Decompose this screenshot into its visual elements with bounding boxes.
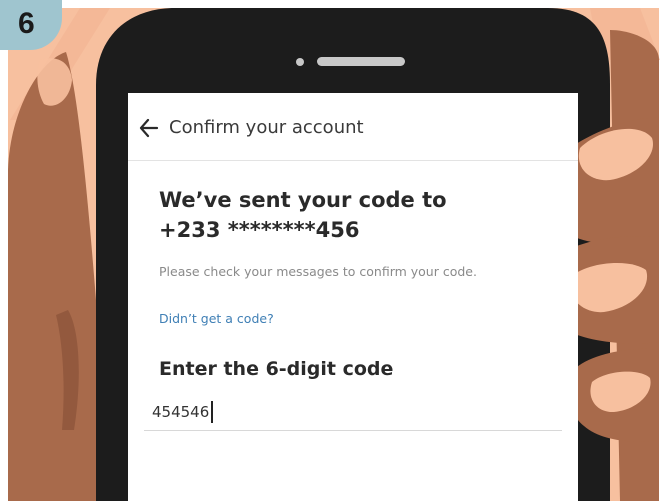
masked-phone-number: +233 ********456	[159, 218, 360, 243]
app-header: Confirm your account	[128, 93, 578, 161]
confirmation-headline: We’ve sent your code to +233 ********456	[159, 185, 559, 246]
helper-text: Please check your messages to confirm yo…	[159, 264, 477, 279]
illustration: 6 Confirm your account We’ve sent your c…	[0, 0, 667, 501]
text-caret	[211, 401, 213, 423]
code-input-value: 454546	[152, 403, 210, 421]
headline-line-1: We’ve sent your code to	[159, 188, 447, 212]
arrow-left-icon[interactable]	[138, 117, 160, 139]
header-title: Confirm your account	[169, 117, 364, 138]
code-entry-label: Enter the 6-digit code	[159, 358, 394, 380]
resend-code-link[interactable]: Didn’t get a code?	[159, 311, 274, 326]
verification-code-input[interactable]: 454546	[144, 397, 562, 431]
phone-screen: Confirm your account We’ve sent your cod…	[128, 93, 578, 501]
step-number: 6	[18, 7, 35, 40]
